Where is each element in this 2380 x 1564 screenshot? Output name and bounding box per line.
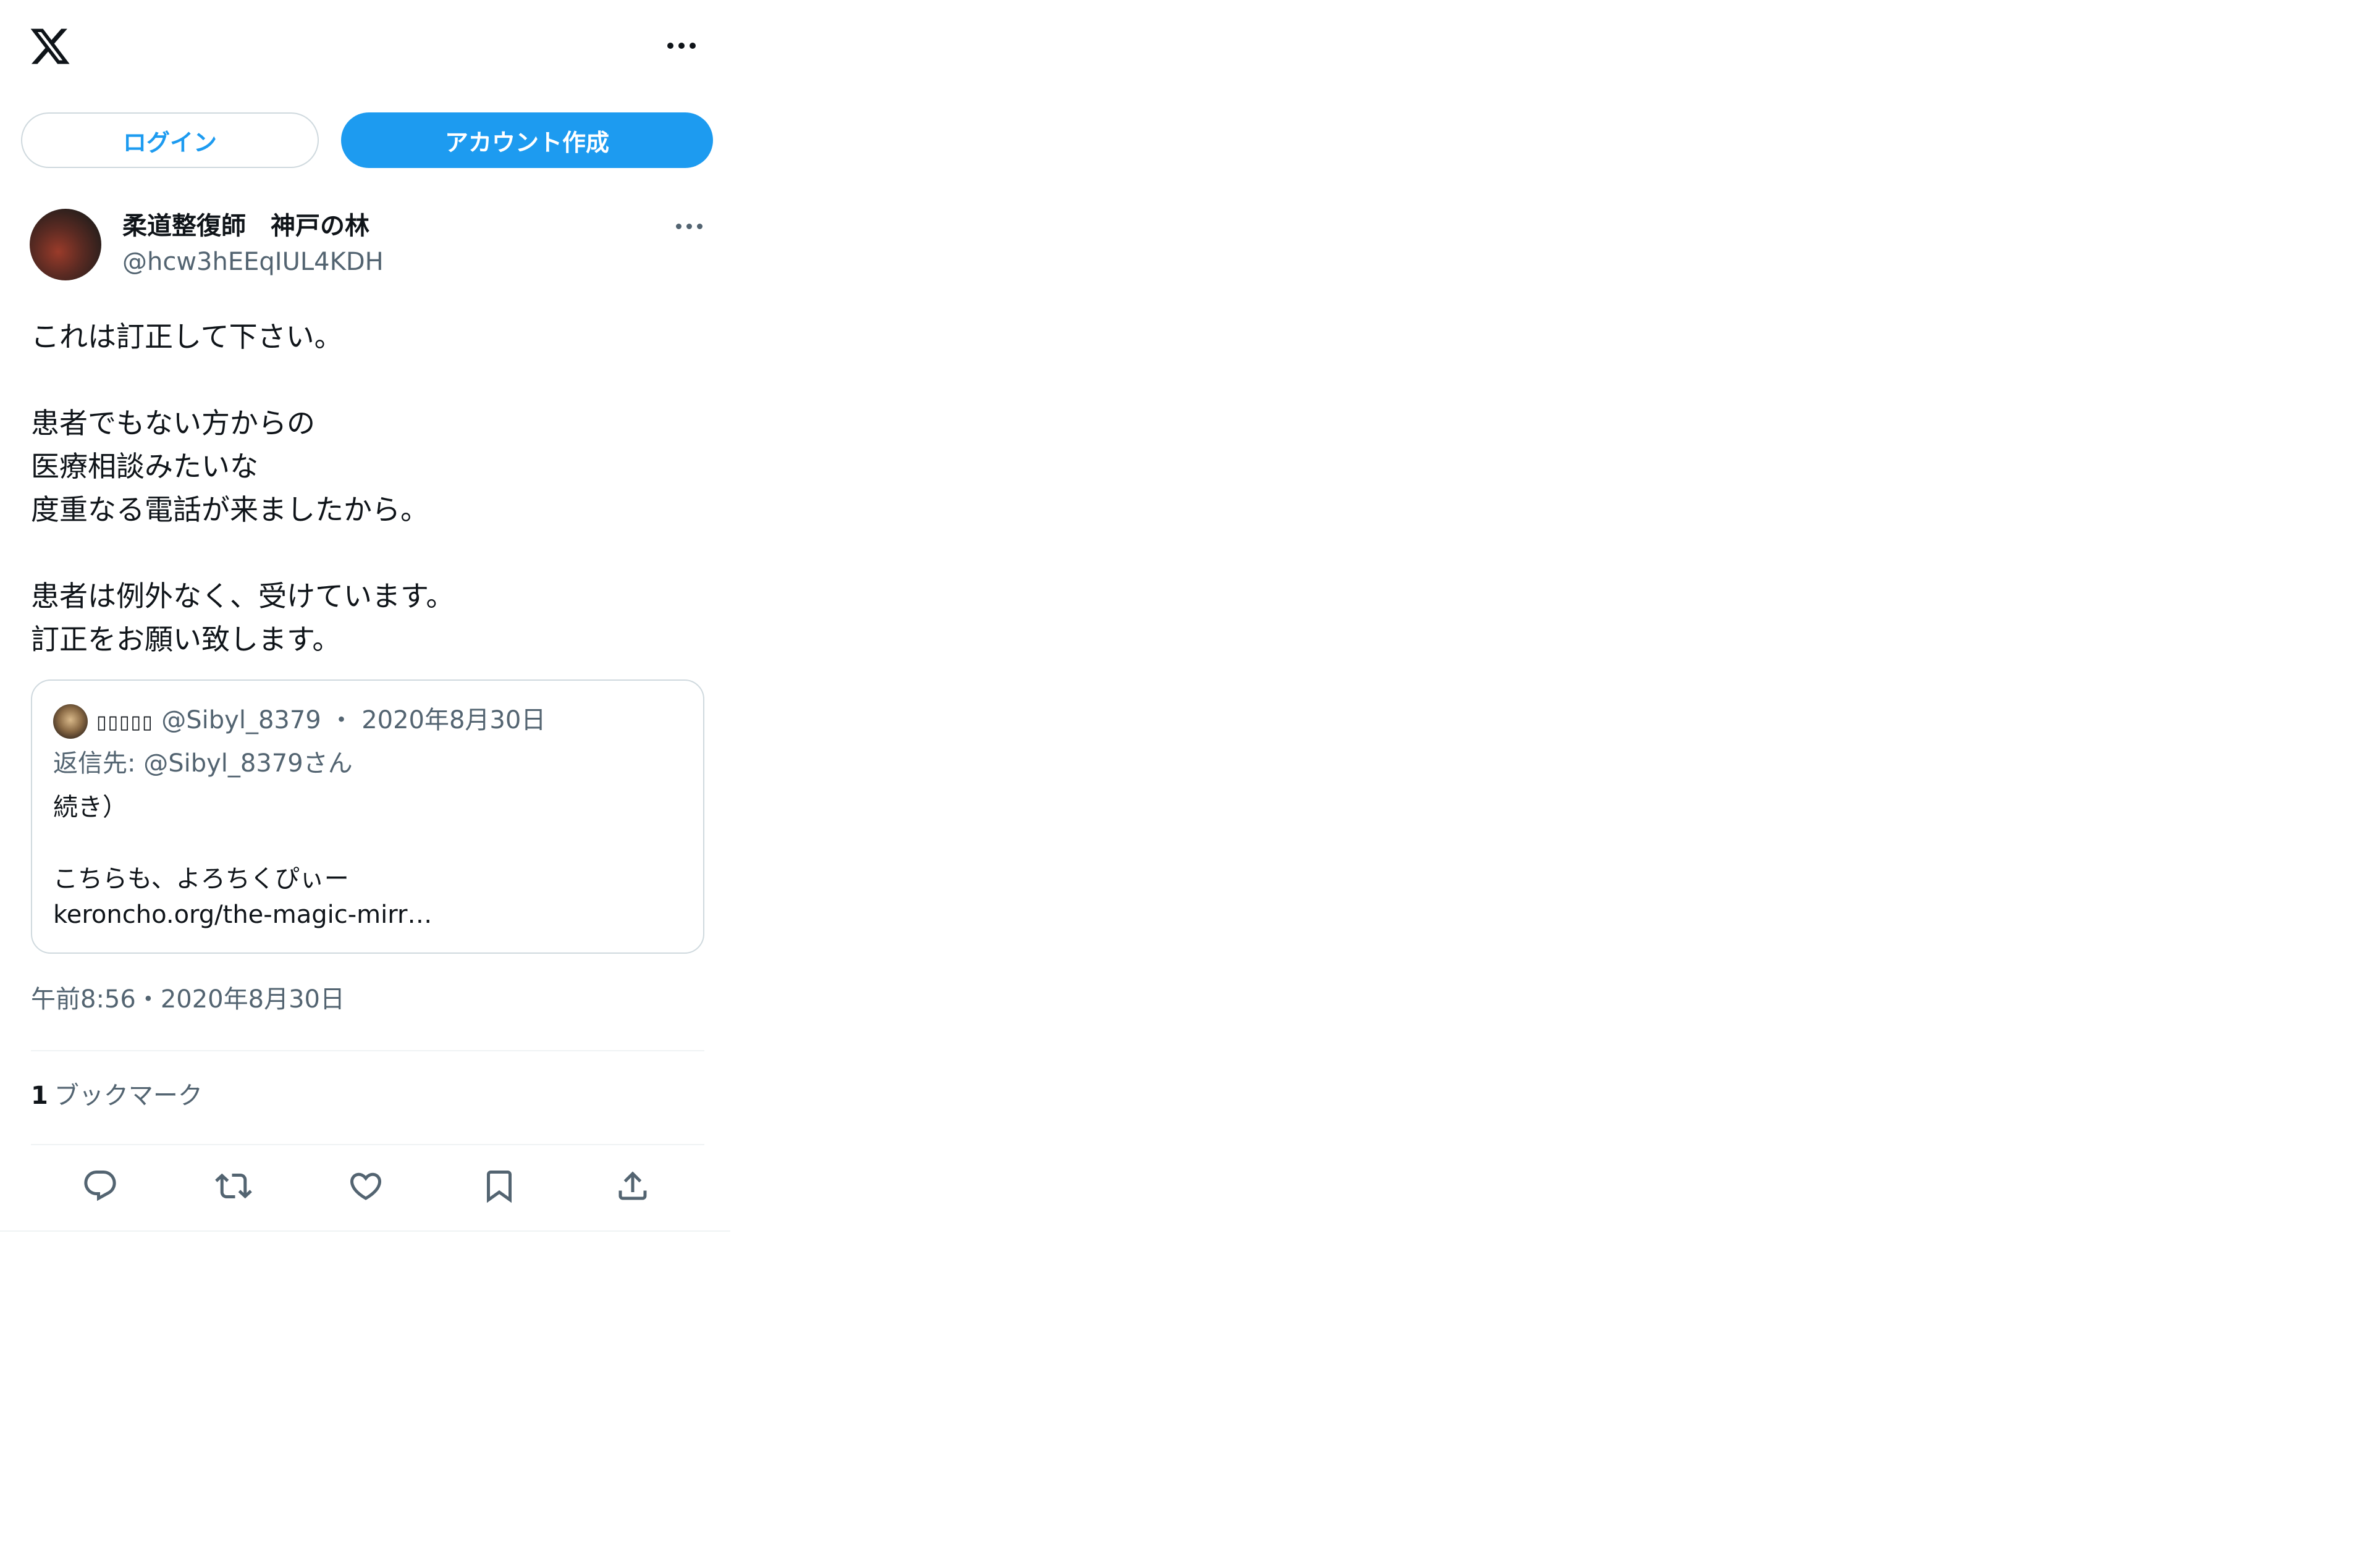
x-logo-icon[interactable]: [28, 25, 72, 68]
author-handle[interactable]: @hcw3hEEqIUL4KDH: [122, 245, 384, 279]
quote-handle: @Sibyl_8379: [161, 706, 321, 734]
tweet-text-line: 患者でもない方からの: [31, 406, 315, 440]
tweet-page: ログイン アカウント作成 柔道整復師 神戸の林 @hcw3hEEqIUL4KDH…: [0, 0, 730, 1232]
login-button[interactable]: ログイン: [21, 112, 319, 168]
divider: [31, 1144, 704, 1145]
bookmark-stats[interactable]: 1 ブックマーク: [31, 1078, 203, 1113]
tweet-text-line: 患者は例外なく、受けています。: [31, 579, 455, 613]
bookmark-count: 1: [31, 1082, 48, 1110]
like-icon[interactable]: [341, 1161, 390, 1211]
quoted-tweet[interactable]: ▯▯▯▯▯ @Sibyl_8379 ・ 2020年8月30日 返信先: @Sib…: [31, 679, 704, 954]
quote-text-line: こちらも、よろちくぴぃー: [53, 865, 349, 893]
quote-text-line: keroncho.org/the-magic-mirr…: [53, 901, 433, 929]
tweet-text-line: 度重なる電話が来ましたから。: [31, 493, 429, 526]
avatar[interactable]: [30, 209, 101, 280]
quote-separator: ・: [329, 706, 354, 734]
bookmark-label: ブックマーク: [54, 1082, 203, 1110]
reply-icon[interactable]: [75, 1161, 125, 1211]
tweet-text-line: これは訂正して下さい。: [31, 320, 343, 353]
quote-name: ▯▯▯▯▯: [96, 712, 154, 733]
signup-button[interactable]: アカウント作成: [341, 112, 713, 168]
tweet-text-line: 医療相談みたいな: [31, 450, 258, 483]
tweet-text-line: [31, 531, 711, 574]
quote-text: 続き） こちらも、よろちくぴぃー keroncho.org/the-magic-…: [53, 789, 432, 933]
quote-text-line: 続き）: [53, 793, 127, 822]
quote-text-line: [53, 825, 432, 861]
tweet-timestamp[interactable]: 午前8:56・2020年8月30日: [31, 982, 345, 1017]
tweet-text-line: 訂正をお願い致します。: [31, 623, 341, 656]
more-icon[interactable]: [655, 28, 708, 63]
tweet-more-icon[interactable]: [667, 214, 711, 238]
author-name[interactable]: 柔道整復師 神戸の林: [122, 209, 369, 243]
divider: [31, 1050, 704, 1051]
quote-avatar: [53, 704, 88, 739]
bookmark-icon[interactable]: [475, 1161, 524, 1211]
quote-header: ▯▯▯▯▯ @Sibyl_8379 ・ 2020年8月30日: [96, 703, 546, 740]
retweet-icon[interactable]: [209, 1161, 258, 1211]
tweet-text-line: [31, 358, 711, 402]
tweet-text: これは訂正して下さい。 患者でもない方からの 医療相談みたいな 度重なる電話が来…: [31, 315, 711, 661]
share-icon[interactable]: [608, 1161, 657, 1211]
quote-reply-to: 返信先: @Sibyl_8379さん: [53, 749, 353, 778]
quote-date: 2020年8月30日: [361, 706, 546, 734]
